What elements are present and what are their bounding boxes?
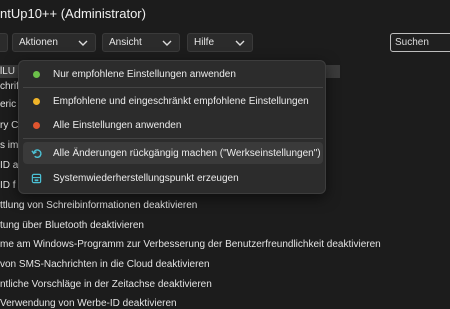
chevron-down-icon [78, 40, 88, 46]
search-input[interactable] [390, 33, 450, 52]
menu-item-label: Systemwiederherstellungspunkt erzeugen [53, 172, 239, 184]
menu-item-label: Alle Einstellungen anwenden [53, 119, 182, 131]
list-item[interactable]: me am Windows-Programm zur Verbesserung … [0, 239, 381, 250]
menu-separator [23, 87, 323, 88]
menu-item-recommended-and-limited[interactable]: Empfohlene und eingeschränkt empfohlene … [23, 90, 323, 112]
list-item[interactable]: ID f [0, 180, 16, 191]
toolbar-left-button[interactable] [0, 33, 8, 52]
chevron-down-icon [162, 40, 172, 46]
list-item[interactable]: ID a [0, 160, 18, 171]
help-menu-button[interactable]: Hilfe [187, 33, 253, 52]
menu-item-undo-all[interactable]: Alle Änderungen rückgängig machen ("Werk… [23, 142, 323, 164]
list-item[interactable]: ntliche Vorschläge in der Zeitachse deak… [0, 279, 212, 290]
window-title: ntUp10++ (Administrator) [0, 6, 146, 21]
menu-item-label: Alle Änderungen rückgängig machen ("Werk… [53, 147, 321, 159]
list-item[interactable]: s im [0, 140, 18, 151]
menu-item-label: Empfohlene und eingeschränkt empfohlene … [53, 95, 309, 107]
help-menu-label: Hilfe [194, 37, 215, 48]
list-item[interactable]: ttlung von Schreibinformationen deaktivi… [0, 200, 197, 211]
list-item[interactable]: von SMS-Nachrichten in die Cloud deaktiv… [0, 259, 210, 270]
actions-menu-button[interactable]: Aktionen [12, 33, 96, 52]
red-dot-icon [29, 121, 43, 129]
actions-dropdown-menu: Nur empfohlene Einstellungen anwenden Em… [18, 60, 326, 194]
chevron-down-icon [235, 40, 245, 46]
restore-point-icon [29, 173, 43, 184]
list-item[interactable]: lLU [0, 66, 15, 77]
list-item[interactable]: eric [0, 99, 16, 110]
view-menu-button[interactable]: Ansicht [102, 33, 180, 52]
menu-separator [23, 138, 323, 139]
menu-item-create-restore-point[interactable]: Systemwiederherstellungspunkt erzeugen [23, 167, 323, 189]
yellow-dot-icon [29, 97, 43, 105]
green-dot-icon [29, 70, 43, 78]
menu-item-apply-all[interactable]: Alle Einstellungen anwenden [23, 114, 323, 136]
list-item[interactable]: tung über Bluetooth deaktivieren [0, 220, 144, 231]
actions-menu-label: Aktionen [19, 37, 58, 48]
view-menu-label: Ansicht [109, 37, 142, 48]
menu-item-label: Nur empfohlene Einstellungen anwenden [53, 68, 236, 80]
list-item[interactable]: ry C [0, 120, 18, 131]
undo-icon [29, 148, 43, 159]
menu-item-recommended-only[interactable]: Nur empfohlene Einstellungen anwenden [23, 63, 323, 85]
